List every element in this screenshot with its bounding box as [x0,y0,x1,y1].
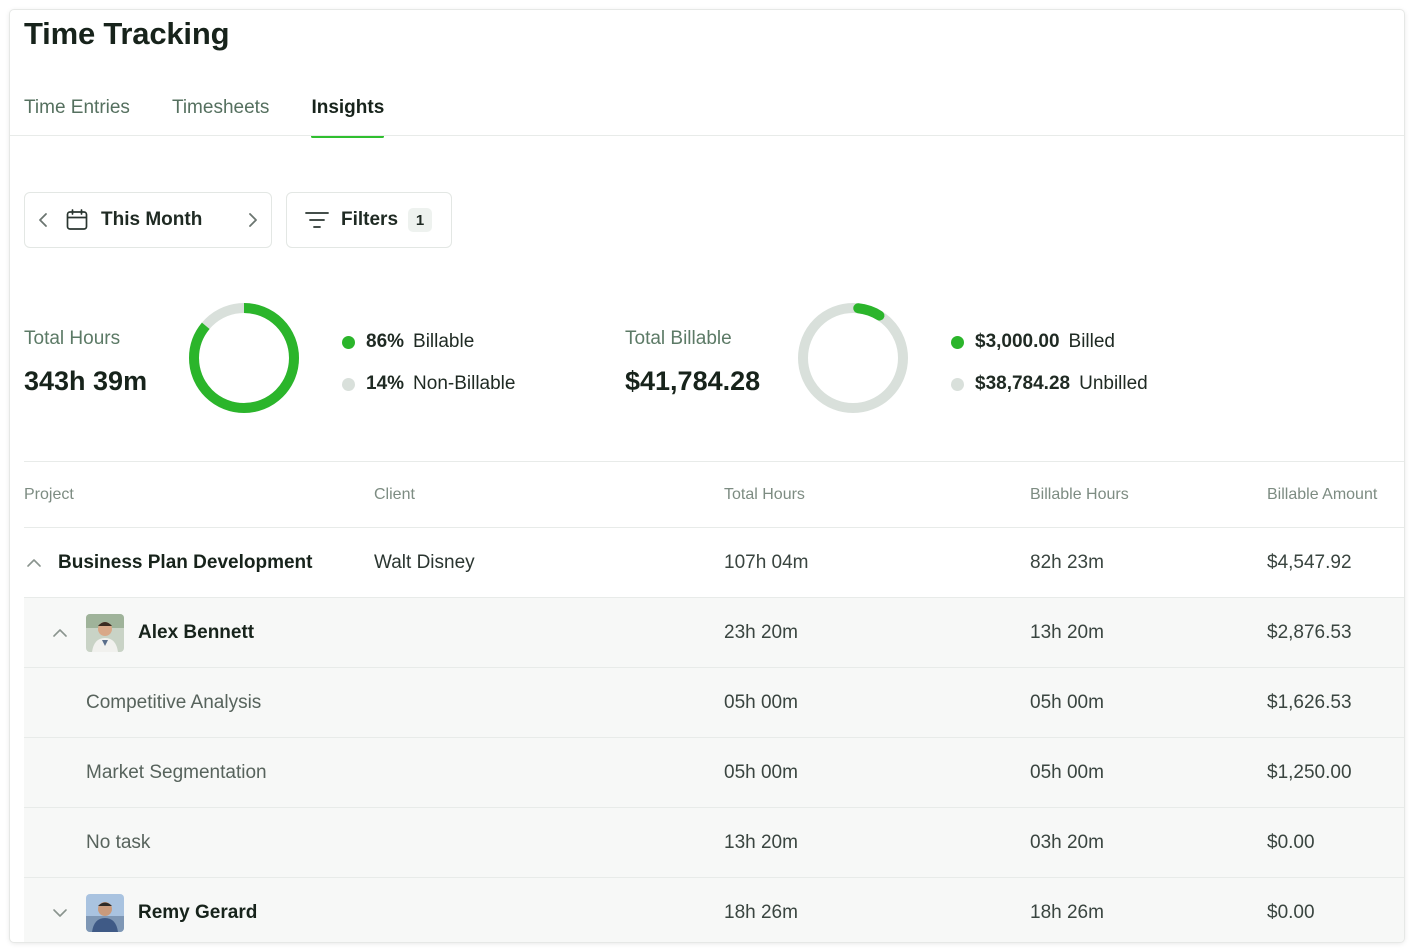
non-billable-dot [342,377,355,391]
date-range-picker: This Month [24,192,272,248]
task-row[interactable]: Market Segmentation 05h 00m 05h 00m $1,2… [24,738,1404,808]
unbilled-amount: $38,784.28 [975,373,1071,394]
total-billable-value: $41,784.28 [625,366,761,396]
member-row[interactable]: Alex Bennett 23h 20m 13h 20m $2,876.53 [24,598,1404,668]
total-hours-cell: 05h 00m [724,692,798,713]
member-name: Alex Bennett [138,622,255,643]
column-header-billable-hours[interactable]: Billable Hours [1030,486,1129,504]
billable-label: Billable [413,331,475,352]
billable-amount-cell: $1,250.00 [1267,762,1352,783]
next-period-button[interactable] [235,192,271,248]
task-row[interactable]: Competitive Analysis 05h 00m 05h 00m $1,… [24,668,1404,738]
billable-amount-cell: $4,547.92 [1267,552,1352,573]
column-header-client[interactable]: Client [374,486,415,504]
billable-dot [342,335,355,349]
legend-unbilled: $38,784.28 Unbilled [951,372,1148,396]
tab-bar: Time Entries Timesheets Insights [24,94,426,138]
table-divider [24,461,1404,462]
calendar-icon [65,208,89,232]
billable-donut-track [798,303,908,413]
avatar [86,614,124,652]
billable-hours-cell: 18h 26m [1030,902,1104,923]
page-title: Time Tracking [24,16,230,51]
filters-count-badge: 1 [408,208,433,232]
unbilled-dot [951,377,964,391]
client-name: Walt Disney [374,552,475,573]
billable-hours-cell: 05h 00m [1030,762,1104,783]
billable-amount-cell: $0.00 [1267,832,1315,853]
total-hours-cell: 23h 20m [724,622,798,643]
non-billable-label: Non-Billable [413,373,516,394]
task-name: No task [86,832,151,853]
legend-non-billable: 14% Non-Billable [342,372,515,396]
tabs-divider [10,135,1404,136]
chevron-left-icon [39,213,47,227]
app-frame: Time Tracking Time Entries Timesheets In… [10,10,1404,942]
member-row[interactable]: Remy Gerard 18h 26m 18h 26m $0.00 [24,878,1404,942]
billable-hours-cell: 05h 00m [1030,692,1104,713]
chevron-up-icon [27,559,41,567]
date-range-label[interactable]: This Month [101,209,235,231]
billable-donut-chart [798,303,908,413]
filter-icon [305,210,329,230]
task-name: Competitive Analysis [86,692,262,713]
expand-member-button[interactable] [50,878,70,942]
tab-timesheets[interactable]: Timesheets [172,94,270,138]
total-hours-cell: 05h 00m [724,762,798,783]
chevron-down-icon [53,909,67,917]
column-header-total-hours[interactable]: Total Hours [724,486,805,504]
project-name: Business Plan Development [58,552,313,573]
avatar [86,894,124,932]
total-hours-cell: 18h 26m [724,902,798,923]
column-header-project[interactable]: Project [24,486,74,504]
billed-dot [951,335,964,349]
billable-percent: 86% [366,331,405,352]
billable-amount-cell: $1,626.53 [1267,692,1352,713]
billed-label: Billed [1068,331,1116,352]
non-billable-percent: 14% [366,373,405,394]
tab-time-entries[interactable]: Time Entries [24,94,130,138]
member-name: Remy Gerard [138,902,258,923]
chevron-up-icon [53,629,67,637]
total-hours-cell: 107h 04m [724,552,809,573]
collapse-project-button[interactable] [24,528,44,598]
tab-insights[interactable]: Insights [311,94,384,138]
task-name: Market Segmentation [86,762,267,783]
billed-amount: $3,000.00 [975,331,1060,352]
legend-billable: 86% Billable [342,330,474,354]
previous-period-button[interactable] [25,192,61,248]
task-row[interactable]: No task 13h 20m 03h 20m $0.00 [24,808,1404,878]
hours-donut-chart [189,303,299,413]
billable-amount-cell: $0.00 [1267,902,1315,923]
collapse-member-button[interactable] [50,598,70,668]
billable-hours-cell: 03h 20m [1030,832,1104,853]
legend-billed: $3,000.00 Billed [951,330,1115,354]
table-header: Project Client Total Hours Billable Hour… [24,474,1404,528]
column-header-billable-amount[interactable]: Billable Amount [1267,486,1377,504]
billable-hours-cell: 82h 23m [1030,552,1104,573]
project-row[interactable]: Business Plan Development Walt Disney 10… [24,528,1404,598]
filters-button[interactable]: Filters 1 [286,192,452,248]
total-hours-label: Total Hours [24,328,121,349]
chevron-right-icon [249,213,257,227]
total-hours-value: 343h 39m [24,366,148,396]
billable-hours-cell: 13h 20m [1030,622,1104,643]
filters-label: Filters [341,209,399,230]
unbilled-label: Unbilled [1079,373,1148,394]
billable-amount-cell: $2,876.53 [1267,622,1352,643]
total-hours-cell: 13h 20m [724,832,798,853]
total-billable-label: Total Billable [625,328,732,349]
